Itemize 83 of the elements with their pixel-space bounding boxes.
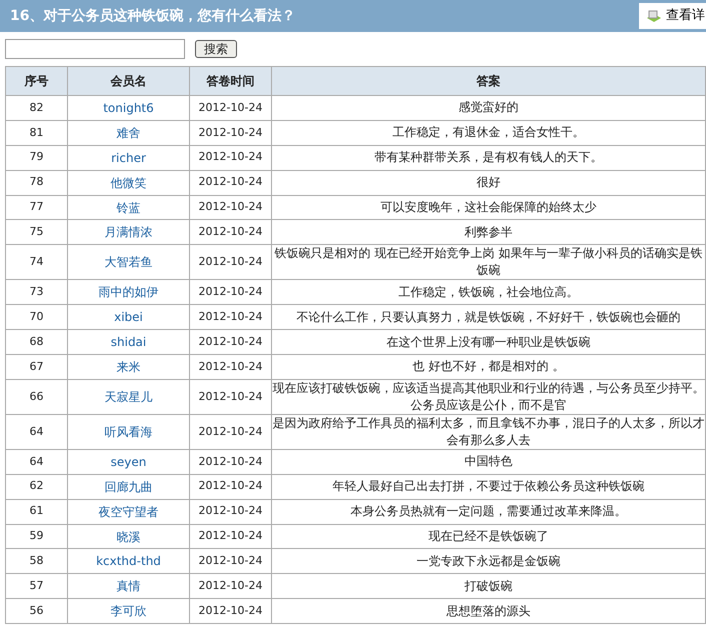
search-field[interactable] [5, 39, 185, 59]
member-link[interactable]: 天寂星儿 [104, 390, 152, 404]
table-cell: 2012-10-24 [190, 499, 272, 524]
question-title: 16、对于公务员这种铁饭碗，您有什么看法？ [10, 6, 296, 26]
table-cell: 2012-10-24 [190, 379, 272, 414]
table-cell: 2012-10-24 [190, 354, 272, 380]
table-cell: 82 [6, 96, 68, 120]
table-cell: 铁饭碗只是相对的 现在已经开始竞争上岗 如果年与一辈子做小科员的话确实是铁饭碗 [272, 244, 706, 280]
table-cell: 现在已经不是铁饭碗了 [272, 524, 706, 549]
table-cell: 2012-10-24 [190, 574, 272, 599]
table-cell: 68 [6, 330, 68, 355]
column-header: 答案 [272, 66, 706, 96]
table-cell: 2012-10-24 [190, 244, 272, 280]
table-cell: 2012-10-24 [190, 548, 272, 574]
table-cell: 2012-10-24 [190, 414, 272, 450]
table-cell: 2012-10-24 [190, 330, 272, 355]
table-cell: 感觉蛮好的 [272, 96, 706, 120]
table-cell: 77 [6, 195, 68, 220]
member-link[interactable]: 他微笑 [110, 176, 146, 190]
member-link[interactable]: 难舍 [116, 126, 140, 140]
table-cell: 2012-10-24 [190, 280, 272, 305]
table-cell: 本身公务员热就有一定问题，需要通过改革来降温。 [272, 499, 706, 524]
table-cell: 年轻人最好自己出去打拼，不要过于依赖公务员这种铁饭碗 [272, 474, 706, 500]
member-link[interactable]: richer [111, 150, 146, 165]
column-header: 会员名 [68, 66, 190, 96]
member-link[interactable]: 晓溪 [116, 530, 140, 544]
member-link[interactable]: 真情 [116, 579, 140, 594]
table-cell: 现在应该打破铁饭碗，应该适当提高其他职业和行业的待遇，与公务员至少持平。公务员应该是公仆，而不是官 [272, 379, 706, 414]
table-cell: 2012-10-24 [190, 449, 272, 474]
table-cell: 64 [6, 414, 68, 450]
table-cell: 73 [6, 280, 68, 305]
member-link[interactable]: 铃蓝 [116, 200, 140, 214]
view-details-button[interactable]: 查看详 [639, 3, 706, 29]
table-cell: 2012-10-24 [190, 220, 272, 245]
member-link[interactable]: seyen [110, 454, 146, 469]
table-cell: 57 [6, 574, 68, 599]
table-cell: 61 [6, 499, 68, 524]
table-cell: 在这个世界上没有哪一种职业是铁饭碗 [272, 330, 706, 355]
table-cell: 工作稳定，铁饭碗，社会地位高。 [272, 280, 706, 305]
table-cell: 2012-10-24 [190, 195, 272, 220]
table-cell: 2012-10-24 [190, 145, 272, 170]
table-cell: 56 [6, 598, 68, 624]
search-button[interactable]: 搜索 [195, 40, 237, 58]
table-cell: 带有某种群带关系，是有权有钱人的天下。 [272, 145, 706, 170]
table-cell: 74 [6, 244, 68, 280]
column-header: 答卷时间 [190, 66, 272, 96]
table-cell: 2012-10-24 [190, 474, 272, 500]
table-cell: 59 [6, 524, 68, 549]
table-cell: 66 [6, 379, 68, 414]
document-icon [645, 8, 663, 24]
table-cell: 利弊参半 [272, 220, 706, 245]
table-cell: 78 [6, 170, 68, 196]
table-cell: 打破饭碗 [272, 574, 706, 599]
table-cell: 64 [6, 449, 68, 474]
table-cell: 2012-10-24 [190, 524, 272, 549]
table-cell: 也 好也不好，都是相对的 。 [272, 354, 706, 380]
table-cell: 75 [6, 220, 68, 245]
table-cell: 2012-10-24 [190, 170, 272, 196]
table-cell: 70 [6, 304, 68, 330]
column-header: 序号 [6, 66, 68, 96]
table-cell: 79 [6, 145, 68, 170]
table-cell: 58 [6, 548, 68, 574]
table-cell: 2012-10-24 [190, 598, 272, 624]
table-cell: 一党专政下永远都是金饭碗 [272, 548, 706, 574]
table-cell: 很好 [272, 170, 706, 196]
table-cell: 67 [6, 354, 68, 380]
table-cell: 可以安度晚年，这社会能保障的始终太少 [272, 195, 706, 220]
table-cell: 是因为政府给予工作具员的福利太多，而且拿钱不办事，混日子的人太多，所以才会有那么多人去 [272, 414, 706, 450]
member-link[interactable]: 大智若鱼 [104, 255, 152, 270]
table-cell: 工作稳定，有退休金，适合女性干。 [272, 120, 706, 146]
member-link[interactable]: xibei [114, 310, 143, 324]
table-cell: 81 [6, 120, 68, 146]
table-cell: 思想堕落的源头 [272, 598, 706, 624]
member-link[interactable]: 听风看海 [104, 424, 152, 439]
member-link[interactable]: shidai [110, 335, 146, 350]
table-cell: 不论什么工作，只要认真努力，就是铁饭碗，不好好干，铁饭碗也会砸的 [272, 304, 706, 330]
table-cell: 2012-10-24 [190, 96, 272, 120]
table-cell: 2012-10-24 [190, 304, 272, 330]
table-cell: 中国特色 [272, 449, 706, 474]
member-link[interactable]: 李可欣 [110, 604, 146, 618]
member-link[interactable]: 来米 [116, 360, 140, 374]
table-cell: 62 [6, 474, 68, 500]
table-cell: 2012-10-24 [190, 120, 272, 146]
